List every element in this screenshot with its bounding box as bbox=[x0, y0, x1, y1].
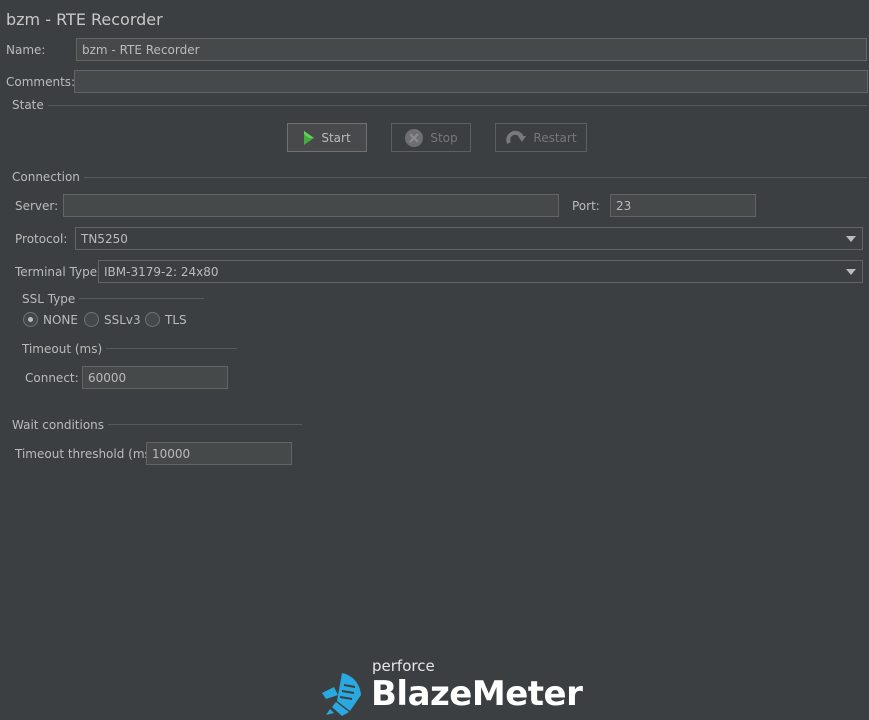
port-label: Port: bbox=[572, 199, 600, 213]
blazemeter-logo-icon bbox=[322, 673, 361, 716]
terminal-type-label: Terminal Type: bbox=[15, 265, 102, 279]
restart-icon bbox=[506, 130, 527, 144]
ssl-separator bbox=[78, 298, 204, 299]
ssl-group-label: SSL Type bbox=[22, 292, 80, 306]
radio-icon bbox=[84, 312, 99, 327]
timeout-threshold-label: Timeout threshold (ms) bbox=[15, 447, 156, 461]
wait-separator bbox=[100, 424, 302, 425]
connection-group-label: Connection bbox=[12, 170, 84, 184]
name-field[interactable]: bzm - RTE Recorder bbox=[76, 38, 867, 61]
port-field[interactable]: 23 bbox=[610, 194, 756, 217]
state-separator bbox=[42, 105, 867, 106]
ssl-option-none[interactable]: NONE bbox=[23, 312, 78, 327]
connect-label: Connect: bbox=[25, 371, 79, 385]
start-button-label: Start bbox=[321, 130, 351, 145]
terminal-type-select[interactable]: IBM-3179-2: 24x80 bbox=[98, 260, 863, 283]
ssl-option-sslv3[interactable]: SSLv3 bbox=[84, 312, 141, 327]
connect-timeout-field[interactable]: 60000 bbox=[82, 366, 228, 389]
ssl-option-tls-label: TLS bbox=[165, 312, 187, 327]
ssl-option-sslv3-label: SSLv3 bbox=[104, 312, 141, 327]
wait-group-label: Wait conditions bbox=[12, 418, 109, 432]
terminal-type-select-value: IBM-3179-2: 24x80 bbox=[104, 264, 219, 279]
comments-field[interactable] bbox=[74, 70, 868, 93]
connection-separator bbox=[78, 177, 867, 178]
radio-selected-icon bbox=[23, 312, 38, 327]
stop-button[interactable]: Stop bbox=[391, 123, 471, 152]
radio-icon bbox=[145, 312, 160, 327]
server-field[interactable] bbox=[63, 194, 559, 217]
protocol-select[interactable]: TN5250 bbox=[75, 227, 863, 250]
protocol-label: Protocol: bbox=[15, 232, 68, 246]
stop-icon bbox=[405, 128, 424, 147]
timeout-separator bbox=[96, 348, 237, 349]
start-button[interactable]: Start bbox=[287, 123, 367, 152]
brand-main: BlazeMeter bbox=[371, 674, 583, 714]
protocol-select-value: TN5250 bbox=[81, 231, 128, 246]
restart-button-label: Restart bbox=[533, 130, 577, 145]
chevron-down-icon bbox=[846, 268, 856, 275]
brand-top: perforce bbox=[372, 657, 435, 675]
timeout-group-label: Timeout (ms) bbox=[22, 342, 107, 356]
chevron-down-icon bbox=[846, 235, 856, 242]
comments-label: Comments: bbox=[6, 75, 76, 89]
ssl-option-none-label: NONE bbox=[43, 312, 78, 327]
play-icon bbox=[304, 130, 315, 145]
restart-button[interactable]: Restart bbox=[495, 123, 587, 152]
state-group-label: State bbox=[12, 98, 48, 112]
name-label: Name: bbox=[6, 43, 46, 57]
server-label: Server: bbox=[15, 199, 59, 213]
ssl-option-tls[interactable]: TLS bbox=[145, 312, 187, 327]
stop-button-label: Stop bbox=[430, 130, 458, 145]
window-title: bzm - RTE Recorder bbox=[6, 10, 163, 29]
timeout-threshold-field[interactable]: 10000 bbox=[146, 442, 292, 465]
